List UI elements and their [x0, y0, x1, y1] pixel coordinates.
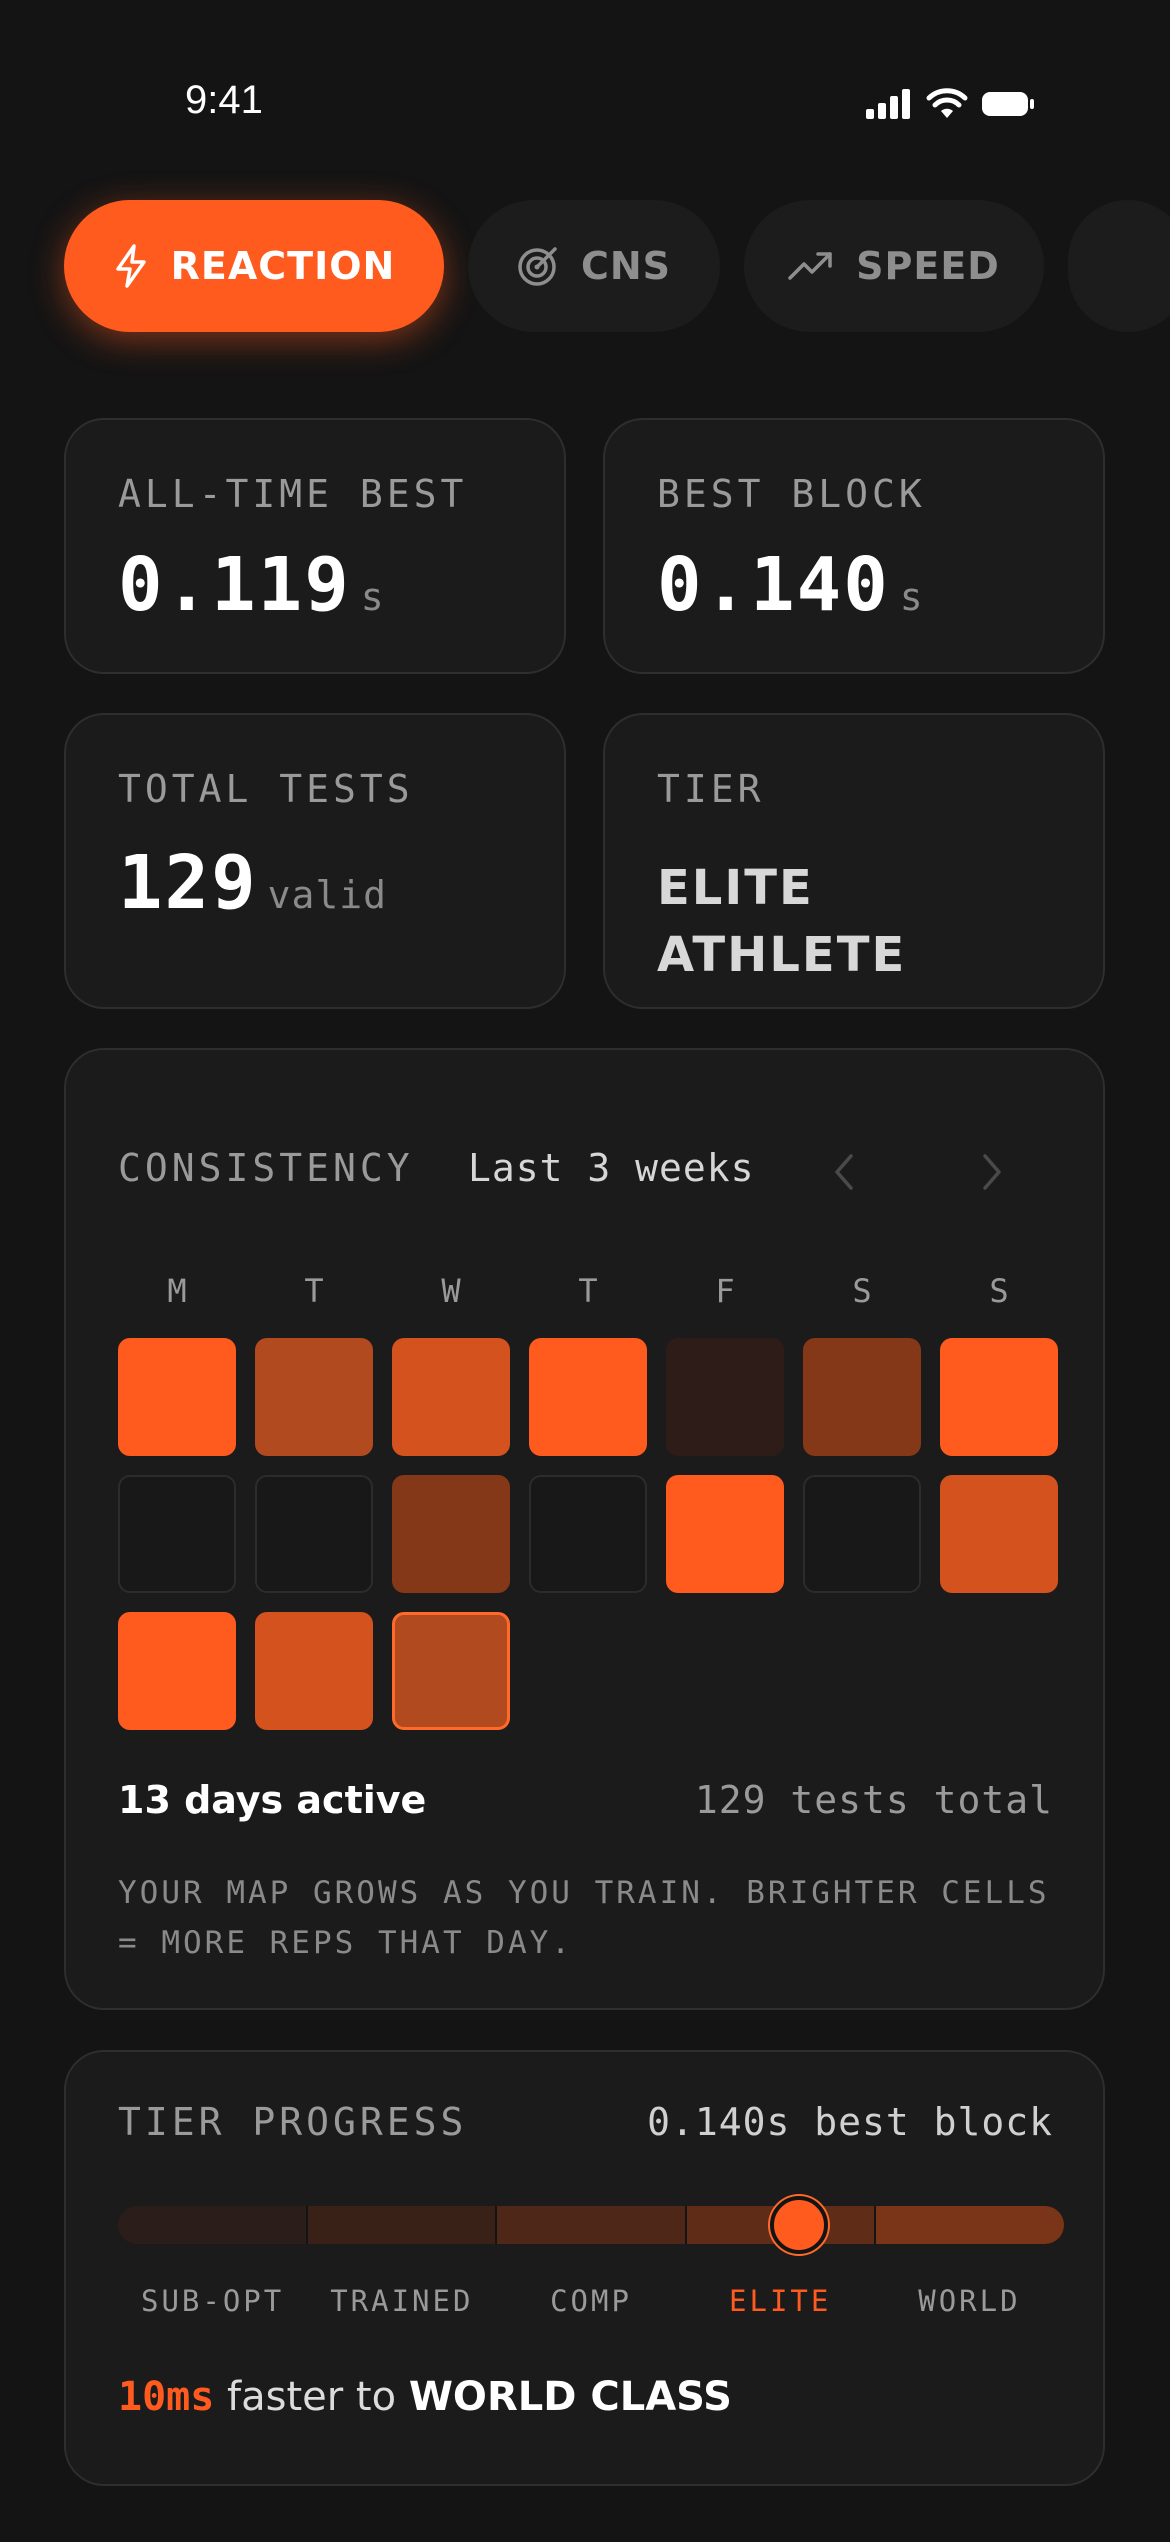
heatmap-cell [118, 1612, 236, 1730]
best-block-card: BEST BLOCK 0.140 s [603, 418, 1105, 674]
footer-connector: faster to [214, 2374, 409, 2420]
tab-speed[interactable]: SPEED [744, 200, 1044, 332]
tier-value-line1: ELITE [657, 860, 814, 916]
heatmap-cell [255, 1475, 373, 1593]
all-time-best-label: ALL-TIME BEST [118, 472, 468, 516]
tier-card: TIER ELITE ATHLETE [603, 713, 1105, 1009]
tests-total: 129 tests total [694, 1778, 1053, 1822]
heatmap-cell [529, 1475, 647, 1593]
status-time: 9:41 [185, 78, 263, 122]
status-icons [866, 88, 1034, 120]
heatmap-cell [255, 1612, 373, 1730]
best-block-unit: s [899, 575, 924, 619]
tab-speed-label: SPEED [856, 244, 1000, 288]
heatmap-cell [803, 1338, 921, 1456]
heatmap-cell [392, 1475, 510, 1593]
total-tests-number: 129 [118, 840, 258, 926]
all-time-best-card: ALL-TIME BEST 0.119 s [64, 418, 566, 674]
previous-period-button[interactable] [824, 1148, 864, 1196]
tier-label: TIER [657, 767, 765, 811]
tier-level-label: ELITE [729, 2284, 832, 2318]
heatmap-cell [392, 1338, 510, 1456]
day-header: S [989, 1272, 1009, 1310]
tier-segment [497, 2206, 687, 2244]
day-header: W [441, 1272, 461, 1310]
consistency-title: CONSISTENCY [118, 1146, 414, 1190]
tab-reaction-label: REACTION [170, 244, 396, 288]
best-block-value: 0.140 s [657, 542, 924, 628]
heatmap-cell [940, 1475, 1058, 1593]
total-tests-label: TOTAL TESTS [118, 767, 414, 811]
lightning-icon [115, 244, 146, 288]
next-period-button[interactable] [972, 1148, 1012, 1196]
heatmap-cell [666, 1475, 784, 1593]
consistency-note: YOUR MAP GROWS AS YOU TRAIN. BRIGHTER CE… [118, 1875, 1050, 1961]
tier-progress-marker [770, 2196, 829, 2254]
heatmap-cell [392, 1612, 510, 1730]
tier-progress-footer: 10ms faster to WORLD CLASS [118, 2374, 732, 2420]
all-time-best-unit: s [360, 575, 385, 619]
active-days: 13 days active [118, 1778, 427, 1822]
tier-progress-track [118, 2206, 1064, 2244]
day-header: T [578, 1272, 598, 1310]
tab-more[interactable] [1068, 200, 1170, 332]
day-header: F [715, 1272, 735, 1310]
chevron-left-icon [835, 1154, 853, 1190]
ms-to-next-tier: 10ms [118, 2374, 215, 2420]
tier-segment [307, 2206, 498, 2244]
tab-reaction[interactable]: REACTION [64, 200, 444, 332]
heatmap-cell [940, 1338, 1058, 1456]
day-header: M [167, 1272, 187, 1310]
trending-up-icon [788, 252, 832, 280]
tier-progress-card: TIER PROGRESS 0.140s best block SUB-OPT T… [64, 2050, 1105, 2486]
tier-progress-title: TIER PROGRESS [118, 2100, 468, 2144]
tier-level-label: TRAINED [330, 2284, 474, 2318]
tier-segment [876, 2206, 1064, 2244]
battery-icon [982, 92, 1034, 116]
heatmap-cell [803, 1475, 921, 1593]
tier-value-line2: ATHLETE [657, 927, 907, 983]
tier-level-label: COMP [550, 2284, 632, 2318]
best-block-label: BEST BLOCK [657, 472, 926, 516]
next-tier-goal: WORLD CLASS [408, 2374, 732, 2420]
heatmap-cell [118, 1475, 236, 1593]
chevron-right-icon [983, 1154, 1001, 1190]
target-icon [518, 247, 557, 286]
tier-level-label: WORLD [918, 2284, 1021, 2318]
total-tests-unit: valid [267, 873, 388, 917]
heatmap-cell [666, 1338, 784, 1456]
day-header: S [852, 1272, 872, 1310]
tab-cns[interactable]: CNS [468, 200, 720, 332]
consistency-card: CONSISTENCY Last 3 weeks M T W T F S S 1… [64, 1048, 1105, 2010]
total-tests-card: TOTAL TESTS 129 valid [64, 713, 566, 1009]
heatmap-cell [529, 1338, 647, 1456]
tier-progress-best: 0.140s best block [647, 2100, 1053, 2144]
heatmap-cell [118, 1338, 236, 1456]
cellular-signal-icon [866, 89, 910, 119]
all-time-best-value: 0.119 s [118, 542, 385, 628]
tier-progress-labels: SUB-OPT TRAINED COMP ELITE WORLD [118, 2284, 1064, 2318]
all-time-best-number: 0.119 [118, 542, 351, 628]
wifi-icon [926, 88, 968, 118]
tier-value: ELITE ATHLETE [657, 855, 906, 989]
tab-cns-label: CNS [580, 244, 672, 288]
heatmap-cell [255, 1338, 373, 1456]
day-header: T [304, 1272, 324, 1310]
tier-segment [118, 2206, 308, 2244]
consistency-range: Last 3 weeks [468, 1146, 755, 1190]
tier-level-label: SUB-OPT [140, 2284, 285, 2318]
best-block-number: 0.140 [657, 542, 890, 628]
total-tests-value: 129 valid [118, 840, 387, 926]
